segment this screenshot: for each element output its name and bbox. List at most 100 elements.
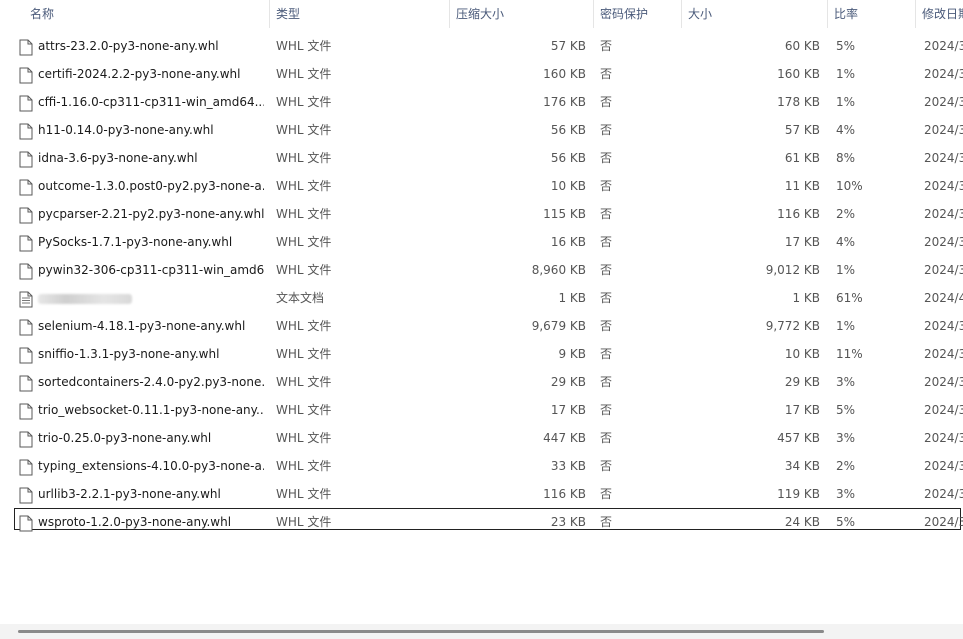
- compressed-size: 9 KB: [558, 347, 586, 361]
- password-protected: 否: [600, 67, 613, 81]
- compressed-size: 10 KB: [550, 179, 586, 193]
- compressed-size: 57 KB: [550, 39, 586, 53]
- compression-ratio: 4%: [836, 123, 856, 137]
- modified-date: 2024/3: [924, 39, 963, 53]
- column-header-modified-date[interactable]: 修改日期: [916, 0, 963, 28]
- file-type: WHL 文件: [276, 123, 332, 137]
- modified-date: 2024/3: [924, 123, 963, 137]
- compression-ratio: 2%: [836, 459, 856, 473]
- text-document-icon: [19, 291, 33, 308]
- file-type: WHL 文件: [276, 515, 332, 529]
- file-type: WHL 文件: [276, 487, 332, 501]
- file-type: WHL 文件: [276, 207, 332, 221]
- file-name: [38, 284, 264, 312]
- original-size: 17 KB: [784, 403, 820, 417]
- password-protected: 否: [600, 151, 613, 165]
- original-size: 178 KB: [777, 95, 820, 109]
- compression-ratio: 8%: [836, 151, 856, 165]
- column-header-name[interactable]: 名称: [24, 0, 270, 28]
- original-size: 34 KB: [784, 459, 820, 473]
- file-name: sortedcontainers-2.4.0-py2.py3-none...: [38, 375, 264, 389]
- file-row[interactable]: 文本文档 1 KB 否 1 KB 61% 2024/4: [0, 284, 963, 312]
- file-row[interactable]: idna-3.6-py3-none-any.whl WHL 文件 56 KB 否 61 …: [0, 144, 963, 172]
- modified-date: 2024/3: [924, 347, 963, 361]
- file-name: selenium-4.18.1-py3-none-any.whl: [38, 319, 246, 333]
- password-protected: 否: [600, 515, 613, 529]
- file-type: WHL 文件: [276, 179, 332, 193]
- file-name: pywin32-306-cp311-cp311-win_amd6...: [38, 263, 264, 277]
- file-icon: [19, 459, 33, 476]
- original-size: 1 KB: [792, 291, 820, 305]
- compression-ratio: 1%: [836, 95, 856, 109]
- sort-ascending-icon: ^: [141, 0, 150, 4]
- column-header-compressed-size[interactable]: 压缩大小: [450, 0, 594, 28]
- compressed-size: 115 KB: [543, 207, 586, 221]
- file-icon: [19, 151, 33, 168]
- password-protected: 否: [600, 39, 613, 53]
- compression-ratio: 5%: [836, 39, 856, 53]
- file-row[interactable]: urllib3-2.2.1-py3-none-any.whl WHL 文件 116 …: [0, 480, 963, 508]
- modified-date: 2024/3: [924, 179, 963, 193]
- original-size: 9,012 KB: [765, 263, 820, 277]
- file-row[interactable]: h11-0.14.0-py3-none-any.whl WHL 文件 56 KB 否 5…: [0, 116, 963, 144]
- file-row[interactable]: pywin32-306-cp311-cp311-win_amd6... WHL 文…: [0, 256, 963, 284]
- file-row[interactable]: cffi-1.16.0-cp311-cp311-win_amd64.... WHL…: [0, 88, 963, 116]
- column-header-type[interactable]: 类型: [270, 0, 450, 28]
- password-protected: 否: [600, 375, 613, 389]
- column-header-ratio[interactable]: 比率: [828, 0, 916, 28]
- file-row[interactable]: pycparser-2.21-py2.py3-none-any.whl WHL 文…: [0, 200, 963, 228]
- file-name: wsproto-1.2.0-py3-none-any.whl: [38, 515, 232, 529]
- horizontal-scrollbar-thumb[interactable]: [18, 630, 824, 633]
- password-protected: 否: [600, 431, 613, 445]
- file-row[interactable]: PySocks-1.7.1-py3-none-any.whl WHL 文件 16 K…: [0, 228, 963, 256]
- modified-date: 2024/3: [924, 375, 963, 389]
- file-row[interactable]: typing_extensions-4.10.0-py3-none-a... WH…: [0, 452, 963, 480]
- compressed-size: 176 KB: [543, 95, 586, 109]
- file-icon: [19, 319, 33, 336]
- file-type: WHL 文件: [276, 319, 332, 333]
- file-icon: [19, 67, 33, 84]
- file-row[interactable]: selenium-4.18.1-py3-none-any.whl WHL 文件 9,…: [0, 312, 963, 340]
- file-icon: [19, 375, 33, 392]
- file-row[interactable]: trio-0.25.0-py3-none-any.whl WHL 文件 447 KB…: [0, 424, 963, 452]
- compression-ratio: 1%: [836, 319, 856, 333]
- compressed-size: 160 KB: [543, 67, 586, 81]
- modified-date: 2024/3: [924, 459, 963, 473]
- file-name: trio-0.25.0-py3-none-any.whl: [38, 431, 212, 445]
- file-row[interactable]: sortedcontainers-2.4.0-py2.py3-none... WH…: [0, 368, 963, 396]
- file-type: WHL 文件: [276, 95, 332, 109]
- file-row[interactable]: certifi-2024.2.2-py3-none-any.whl WHL 文件 1…: [0, 60, 963, 88]
- password-protected: 否: [600, 347, 613, 361]
- file-icon: [19, 515, 33, 532]
- original-size: 11 KB: [784, 179, 820, 193]
- file-type: WHL 文件: [276, 151, 332, 165]
- file-icon: [19, 207, 33, 224]
- file-icon: [19, 235, 33, 252]
- file-row[interactable]: wsproto-1.2.0-py3-none-any.whl WHL 文件 23 K…: [0, 508, 963, 536]
- compressed-size: 1 KB: [558, 291, 586, 305]
- file-type: WHL 文件: [276, 431, 332, 445]
- file-name: idna-3.6-py3-none-any.whl: [38, 151, 198, 165]
- file-name: certifi-2024.2.2-py3-none-any.whl: [38, 67, 241, 81]
- file-name: trio_websocket-0.11.1-py3-none-any....: [38, 403, 264, 417]
- file-type: WHL 文件: [276, 459, 332, 473]
- file-row[interactable]: attrs-23.2.0-py3-none-any.whl WHL 文件 57 KB…: [0, 32, 963, 60]
- file-row[interactable]: outcome-1.3.0.post0-py2.py3-none-a... WHL…: [0, 172, 963, 200]
- compression-ratio: 1%: [836, 67, 856, 81]
- column-header-bar: 名称 ^ 类型 压缩大小 密码保护 大小 比率 修改日期: [0, 0, 963, 28]
- file-row[interactable]: sniffio-1.3.1-py3-none-any.whl WHL 文件 9 KB…: [0, 340, 963, 368]
- compression-ratio: 10%: [836, 179, 863, 193]
- column-header-size[interactable]: 大小: [682, 0, 828, 28]
- file-row[interactable]: trio_websocket-0.11.1-py3-none-any.... WH…: [0, 396, 963, 424]
- file-name: h11-0.14.0-py3-none-any.whl: [38, 123, 214, 137]
- compressed-size: 17 KB: [550, 403, 586, 417]
- compression-ratio: 4%: [836, 235, 856, 249]
- modified-date: 2024/3: [924, 67, 963, 81]
- password-protected: 否: [600, 291, 613, 305]
- compressed-size: 16 KB: [550, 235, 586, 249]
- original-size: 61 KB: [784, 151, 820, 165]
- column-header-password-protected[interactable]: 密码保护: [594, 0, 682, 28]
- file-list: attrs-23.2.0-py3-none-any.whl WHL 文件 57 KB…: [0, 32, 963, 536]
- compressed-size: 9,679 KB: [531, 319, 586, 333]
- file-icon: [19, 263, 33, 280]
